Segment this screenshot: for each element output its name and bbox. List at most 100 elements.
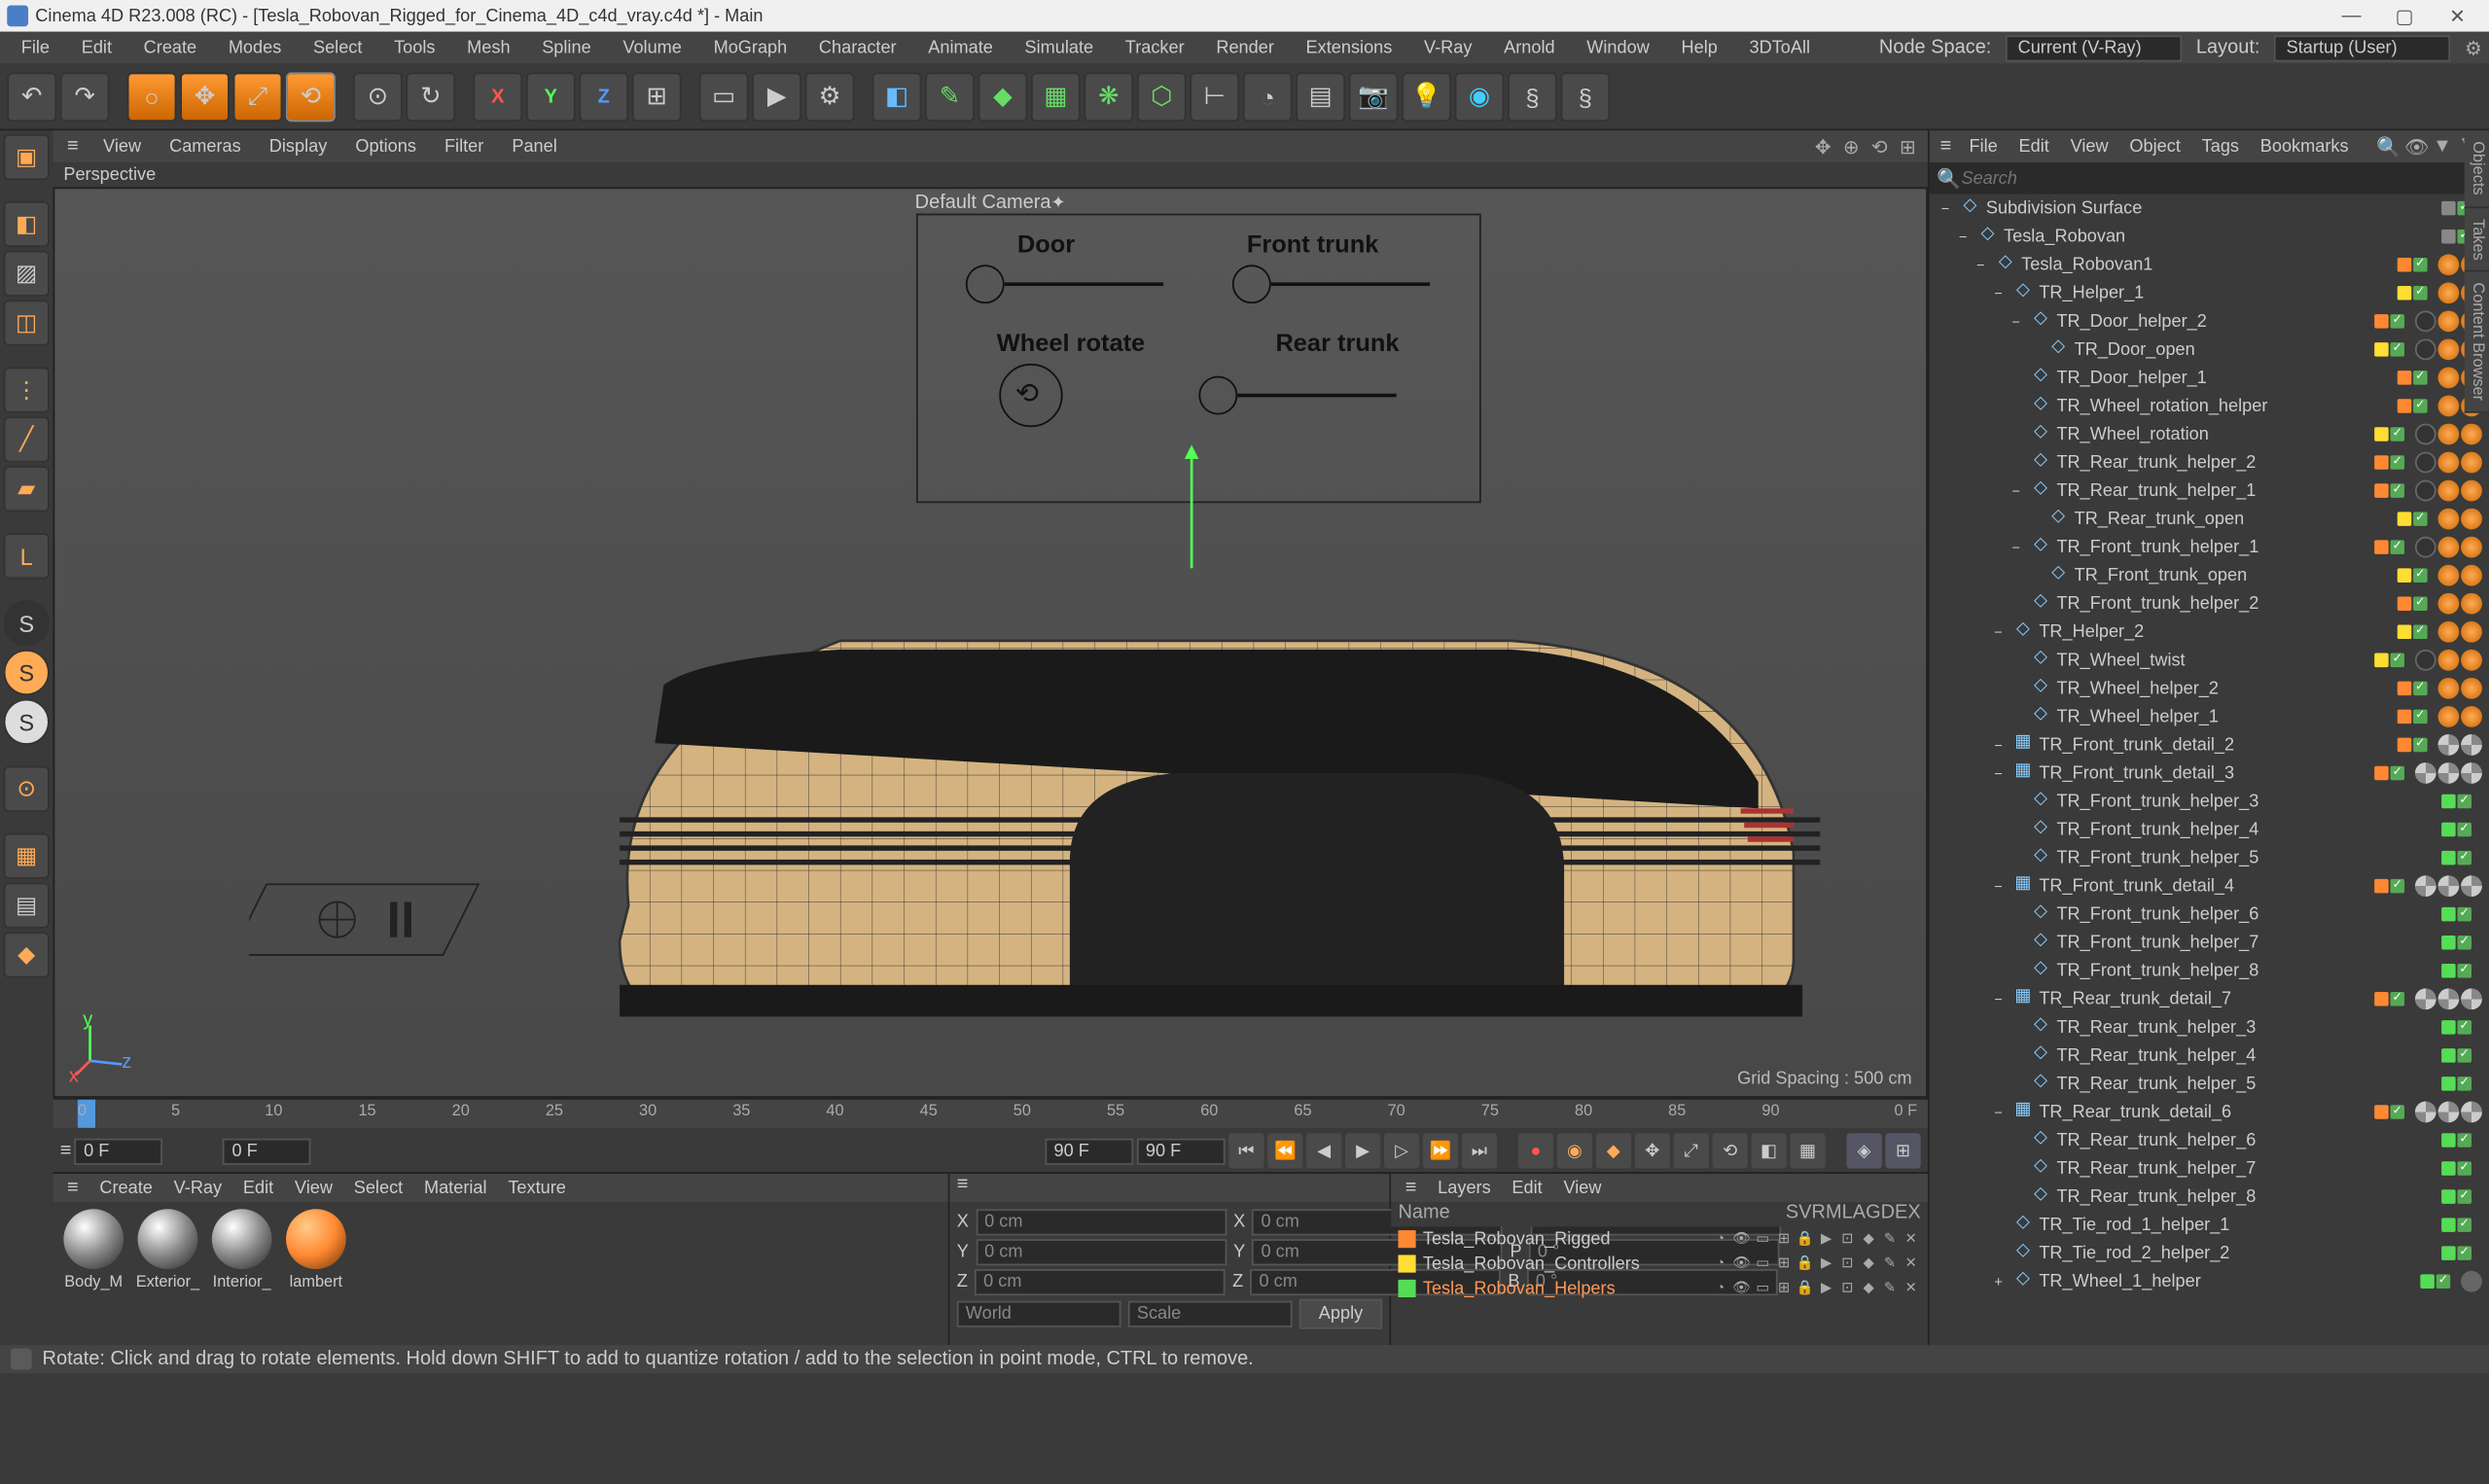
menu-spline[interactable]: Spline: [528, 34, 606, 60]
script-button-1[interactable]: §: [1508, 72, 1557, 122]
tree-toggle[interactable]: −: [1990, 285, 2008, 300]
object-tag[interactable]: [2415, 650, 2436, 671]
visibility-dot[interactable]: [2441, 851, 2456, 866]
goto-end-button[interactable]: ⏭: [1462, 1133, 1497, 1168]
menu-window[interactable]: Window: [1573, 34, 1664, 60]
object-tag[interactable]: [2415, 537, 2436, 558]
visibility-dot[interactable]: ✓: [2391, 427, 2405, 442]
object-name[interactable]: TR_Wheel_helper_1: [2056, 707, 2397, 726]
visibility-dot[interactable]: ✓: [2457, 1218, 2471, 1232]
layer-toggle-icon[interactable]: ◔: [1711, 1279, 1730, 1298]
render-view-button[interactable]: ▭: [699, 72, 749, 122]
object-tag[interactable]: [2461, 734, 2482, 756]
tree-row[interactable]: ◇TR_Rear_trunk_helper_3✓: [1930, 1013, 2489, 1042]
tree-row[interactable]: −◇TR_Rear_trunk_helper_1✓: [1930, 477, 2489, 505]
type-button[interactable]: ▤: [4, 883, 50, 929]
layer-toggle-icon[interactable]: ◆: [1859, 1254, 1878, 1274]
object-name[interactable]: TR_Front_trunk_helper_5: [2056, 848, 2441, 867]
layer-toggle-icon[interactable]: ✕: [1902, 1254, 1921, 1274]
locked-button[interactable]: ◆: [4, 932, 50, 977]
object-tag[interactable]: [2461, 706, 2482, 727]
side-tab-takes[interactable]: Takes: [2465, 207, 2489, 271]
object-name[interactable]: TR_Helper_1: [2039, 283, 2397, 302]
layer-toggle-icon[interactable]: 🔒: [1796, 1229, 1815, 1249]
layer-color-swatch[interactable]: [1398, 1254, 1415, 1272]
visibility-dot[interactable]: [2374, 766, 2389, 781]
tree-row[interactable]: −◇Tesla_Robovan1✓: [1930, 251, 2489, 279]
tree-row[interactable]: −◇TR_Front_trunk_helper_1✓: [1930, 533, 2489, 561]
object-name[interactable]: TR_Wheel_rotation: [2056, 425, 2374, 444]
visibility-dot[interactable]: ✓: [2457, 907, 2471, 922]
layer-toggle-icon[interactable]: ✎: [1880, 1229, 1900, 1249]
object-tag[interactable]: [2438, 282, 2460, 303]
tree-row[interactable]: −▦TR_Rear_trunk_detail_6✓: [1930, 1098, 2489, 1126]
hud-door-slider[interactable]: [966, 265, 1163, 303]
menu-file[interactable]: File: [7, 34, 63, 60]
mat-menu-select[interactable]: Select: [343, 1178, 413, 1201]
tree-toggle[interactable]: −: [1990, 737, 2008, 753]
tree-row[interactable]: ◇TR_Door_helper_1✓: [1930, 364, 2489, 392]
render-active-button[interactable]: ▶: [752, 72, 801, 122]
visibility-dot[interactable]: [2374, 427, 2389, 442]
layer-toggle-icon[interactable]: ⊞: [1774, 1254, 1794, 1274]
visibility-dot[interactable]: [2441, 823, 2456, 837]
visibility-dot[interactable]: [2441, 1020, 2456, 1035]
texture-mode-button[interactable]: ▨: [4, 251, 50, 297]
polygons-mode-button[interactable]: ▰: [4, 466, 50, 512]
coord-hamburger-icon[interactable]: ≡: [949, 1170, 975, 1198]
y-axis-toggle[interactable]: Y: [526, 72, 576, 122]
timeline-end1-field[interactable]: [1045, 1138, 1133, 1164]
viewport-3d[interactable]: Default Camera✦ Door Front trunk Wheel r…: [53, 187, 1928, 1098]
layer-toggle-icon[interactable]: 👁: [1732, 1254, 1752, 1274]
object-tag[interactable]: [2438, 678, 2460, 699]
param-key-button[interactable]: ◧: [1751, 1133, 1786, 1168]
layer-toggle-icon[interactable]: 🔒: [1796, 1254, 1815, 1274]
object-name[interactable]: TR_Front_trunk_helper_1: [2056, 538, 2374, 557]
visibility-dot[interactable]: [2374, 455, 2389, 470]
workplane-button[interactable]: ◫: [4, 300, 50, 346]
object-tag[interactable]: [2461, 537, 2482, 558]
layer-row[interactable]: Tesla_Robovan_Helpers◔👁▭⊞🔒▶⊡◆✎✕: [1391, 1276, 1928, 1300]
layer-toggle-icon[interactable]: ▶: [1817, 1254, 1836, 1274]
tree-row[interactable]: ◇TR_Rear_trunk_helper_8✓: [1930, 1183, 2489, 1211]
coord-system-button[interactable]: ⊞: [632, 72, 682, 122]
field-button[interactable]: ⬡: [1137, 72, 1187, 122]
side-tab-objects[interactable]: Objects: [2465, 130, 2489, 207]
tree-toggle[interactable]: −: [1954, 229, 1972, 244]
object-tag[interactable]: [2438, 537, 2460, 558]
visibility-dot[interactable]: [2398, 596, 2412, 611]
move-tool[interactable]: ✥: [180, 72, 230, 122]
camera-icon-button[interactable]: 📷: [1349, 72, 1399, 122]
live-selection-tool[interactable]: ○: [127, 72, 177, 122]
layer-toggle-icon[interactable]: ▶: [1817, 1229, 1836, 1249]
object-name[interactable]: TR_Front_trunk_helper_3: [2056, 792, 2441, 811]
visibility-dot[interactable]: [2374, 1105, 2389, 1119]
tree-row[interactable]: ◇TR_Front_trunk_helper_8✓: [1930, 957, 2489, 985]
visibility-dot[interactable]: ✓: [2413, 399, 2428, 413]
tree-row[interactable]: ◇TR_Rear_trunk_open✓: [1930, 505, 2489, 533]
object-tag[interactable]: [2438, 338, 2460, 360]
x-axis-toggle[interactable]: X: [473, 72, 522, 122]
object-tag[interactable]: [2438, 593, 2460, 615]
menu-tracker[interactable]: Tracker: [1111, 34, 1198, 60]
tree-row[interactable]: ◇TR_Front_trunk_open✓: [1930, 561, 2489, 589]
visibility-dot[interactable]: ✓: [2413, 512, 2428, 526]
object-tag[interactable]: [2438, 875, 2460, 897]
tree-toggle[interactable]: −: [1990, 624, 2008, 640]
vp-menu-view[interactable]: View: [89, 134, 156, 160]
visibility-dot[interactable]: ✓: [2457, 1189, 2471, 1204]
layer-toggle-icon[interactable]: ◆: [1859, 1279, 1878, 1298]
vp-menu-cameras[interactable]: Cameras: [156, 134, 256, 160]
menu-mograph[interactable]: MoGraph: [699, 34, 801, 60]
array-button[interactable]: ▦: [1031, 72, 1081, 122]
object-name[interactable]: TR_Front_trunk_open: [2075, 566, 2398, 585]
object-name[interactable]: Tesla_Robovan1: [2021, 255, 2398, 274]
layer-toggle-icon[interactable]: 👁: [1732, 1279, 1752, 1298]
generator-button[interactable]: ◆: [978, 72, 1028, 122]
material-item[interactable]: Interior_: [208, 1209, 275, 1290]
object-name[interactable]: TR_Rear_trunk_helper_6: [2056, 1131, 2441, 1150]
next-key-button[interactable]: ⏩: [1423, 1133, 1458, 1168]
layer-toggle-icon[interactable]: ▭: [1753, 1254, 1772, 1274]
visibility-dot[interactable]: ✓: [2413, 710, 2428, 724]
menu-extensions[interactable]: Extensions: [1292, 34, 1406, 60]
